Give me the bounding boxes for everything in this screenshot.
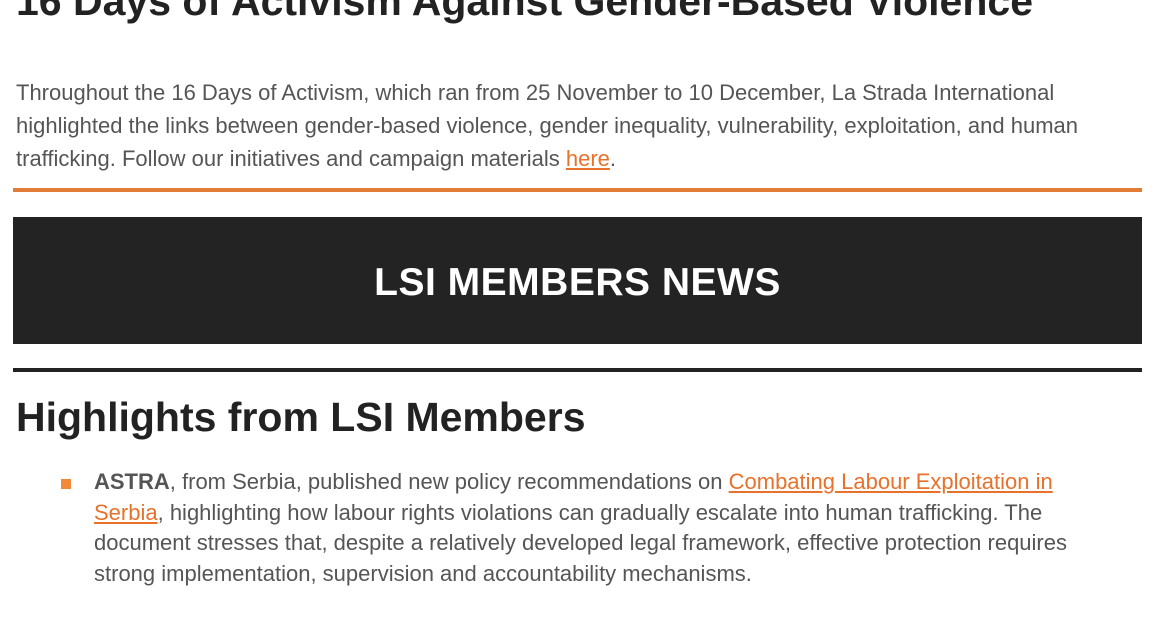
section-16-days-text-end: .: [609, 146, 617, 171]
newsletter-page: 16 Days of Activism Against Gender-Based…: [0, 0, 1153, 631]
highlights-title: Highlights from LSI Members: [16, 394, 586, 440]
banner-title: LSI MEMBERS NEWS: [374, 260, 781, 304]
list-item-text-end: , highlighting how labour rights violati…: [94, 499, 1067, 586]
bullet-square-icon: [61, 479, 71, 489]
list-item-text-start: , from Serbia, published new policy reco…: [169, 469, 729, 494]
section-16-days-text: Throughout the 16 Days of Activism, whic…: [16, 80, 1078, 171]
dark-divider: [13, 368, 1142, 372]
section-16-days-body: Throughout the 16 Days of Activism, whic…: [16, 76, 1146, 175]
list-item: ASTRA, from Serbia, published new policy…: [0, 467, 1153, 589]
highlights-list: ASTRA, from Serbia, published new policy…: [0, 467, 1153, 589]
members-news-banner: LSI MEMBERS NEWS: [13, 217, 1142, 344]
org-name: ASTRA: [94, 469, 170, 494]
section-title-16-days: 16 Days of Activism Against Gender-Based…: [16, 0, 1034, 24]
orange-divider: [13, 188, 1142, 192]
list-item-text: ASTRA, from Serbia, published new policy…: [94, 467, 1093, 589]
campaign-materials-link[interactable]: here: [566, 146, 610, 171]
